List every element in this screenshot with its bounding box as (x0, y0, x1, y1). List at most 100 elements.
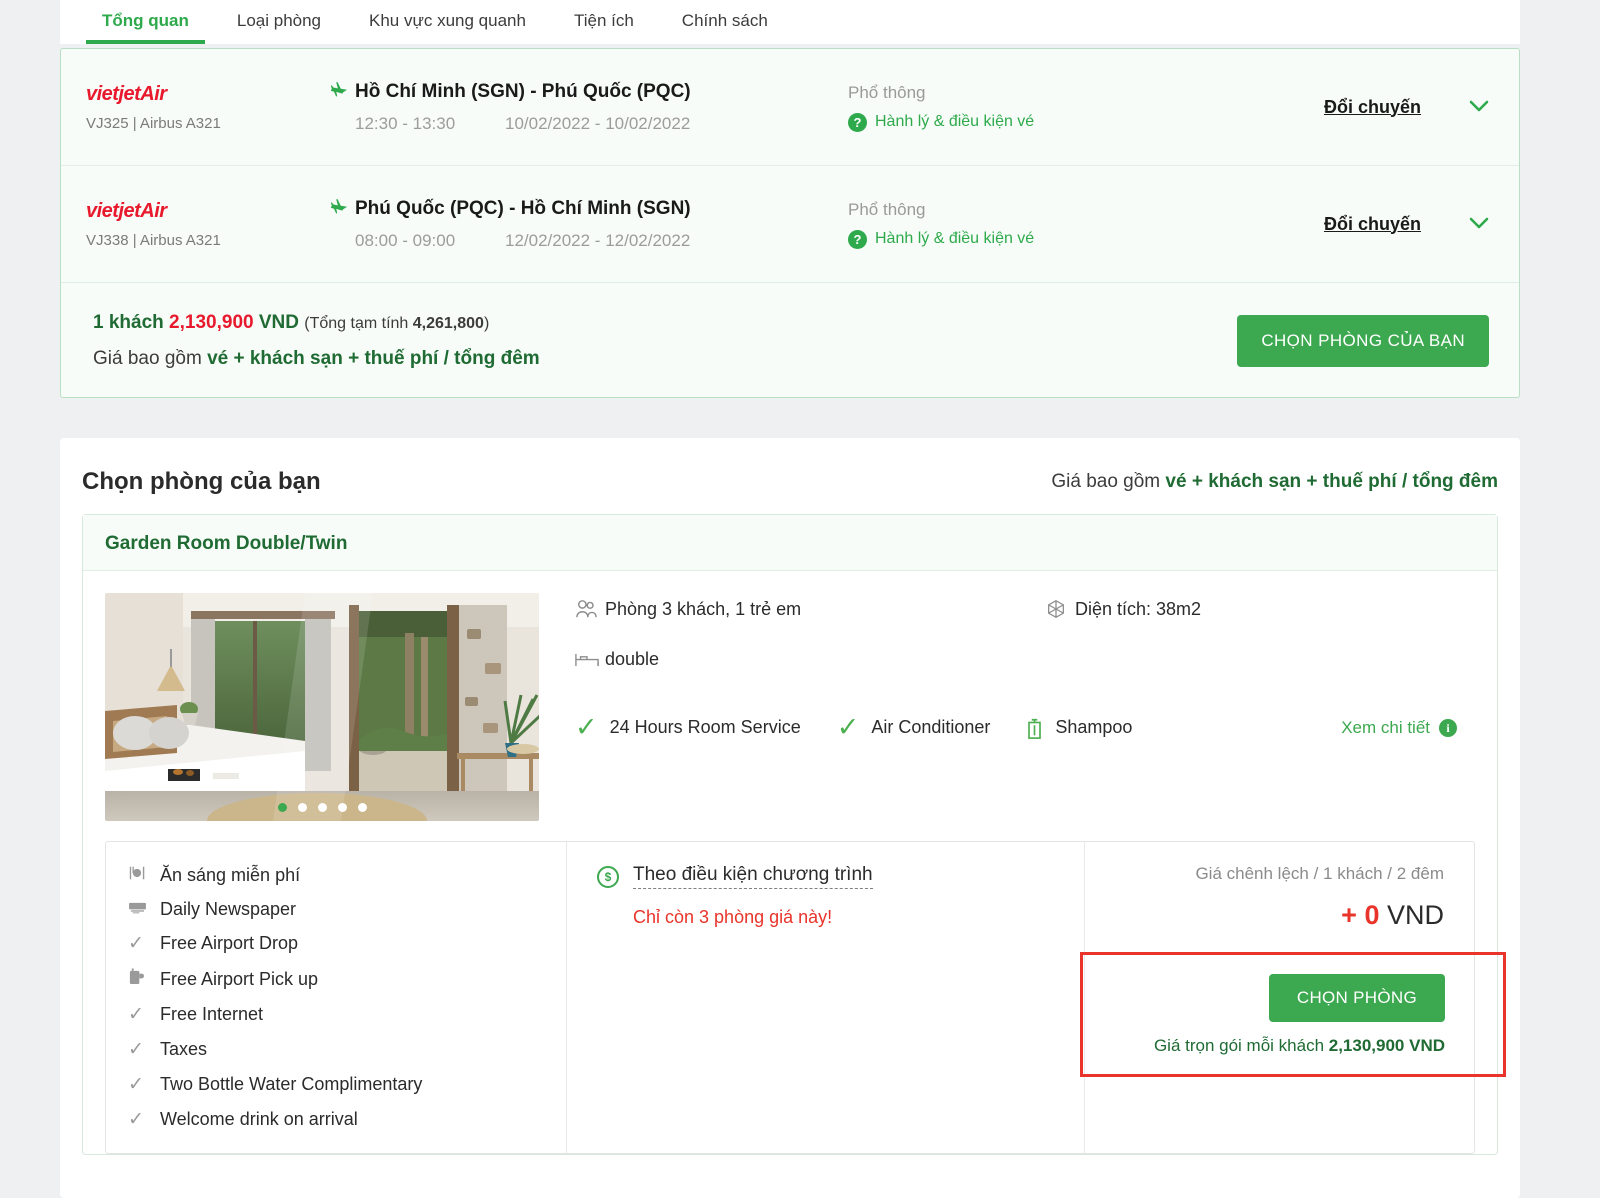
spec-bed: double (575, 649, 1497, 670)
view-details-label: Xem chi tiết (1341, 717, 1430, 737)
benefit-item: Daily Newspaper (128, 899, 566, 920)
check-icon: ✓ (128, 1039, 144, 1060)
baggage-link[interactable]: ? Hành lý & điều kiện vé (848, 229, 1249, 249)
vietjet-logo: vietjetAir (86, 199, 167, 222)
amenity-item: ✓ 24 Hours Room Service (575, 714, 801, 741)
refund-coin-icon: $ (597, 865, 619, 888)
program-condition-link[interactable]: Theo điều kiện chương trình (633, 864, 873, 889)
change-flight-link[interactable]: Đổi chuyến (1324, 214, 1421, 235)
amenity-label: 24 Hours Room Service (609, 717, 801, 737)
choose-room-button[interactable]: CHỌN PHÒNG (1268, 973, 1445, 1022)
price-headline: 1 khách 2,130,900 VND (Tổng tạm tính 4,2… (93, 312, 1237, 334)
subtotal-group: (Tổng tạm tính 4,261,800) (304, 315, 489, 332)
flight-airline: vietjetAir VJ325 | Airbus A321 (61, 83, 329, 132)
currency-label: VND (258, 311, 299, 333)
select-your-room-button[interactable]: CHỌN PHÒNG CỦA BẠN (1237, 314, 1489, 367)
room-card: Garden Room Double/Twin Phòng 3 khách, 1… (82, 514, 1506, 1155)
room-amenities: ✓ 24 Hours Room Service ✓ Air Conditioner Sh… (575, 714, 1497, 741)
package-price-text: Giá trọn gói mỗi khách 2,130,900 VND (1154, 1036, 1445, 1056)
carousel-dot[interactable] (337, 803, 347, 812)
baggage-link[interactable]: ? Hành lý & điều kiện vé (848, 112, 1249, 132)
tab-bar: Tổng quan Loại phòng Khu vực xung quanh Tiệ… (60, 0, 1520, 44)
tab-0[interactable]: Tổng quan (78, 0, 213, 44)
flight-cabin-block: Phổ thông? Hành lý & điều kiện vé (844, 200, 1249, 249)
benefit-item: ✓ Free Airport Drop (128, 932, 566, 955)
diff-plus-sign: + (1341, 900, 1357, 930)
tab-1[interactable]: Loại phòng (213, 0, 345, 44)
cabin-class: Phổ thông (848, 82, 926, 102)
flight-row: vietjetAir VJ325 | Airbus A321 Hồ Chí Minh… (61, 49, 1519, 166)
room-specs: Phòng 3 khách, 1 trẻ em Diện tích: 38m2 (539, 593, 1497, 821)
condition-row: $ Theo điều kiện chương trình (597, 864, 1084, 889)
offer-conditions: $ Theo điều kiện chương trình Chỉ còn 3 … (566, 842, 1084, 1153)
package-prefix: Giá trọn gói mỗi khách (1153, 1035, 1329, 1055)
check-icon: ✓ (128, 1004, 144, 1025)
flight-dates: 12/02/2022 - 12/02/2022 (505, 230, 691, 250)
spec-area: Diện tích: 38m2 (1045, 598, 1201, 620)
price-text-block: 1 khách 2,130,900 VND (Tổng tạm tính 4,2… (93, 312, 1237, 370)
guest-count: 1 khách (93, 311, 164, 333)
check-icon: ✓ (128, 1074, 144, 1095)
carousel-dot[interactable] (357, 803, 367, 812)
occupancy-text: Phòng 3 khách, 1 trẻ em (605, 598, 802, 619)
tab-2[interactable]: Khu vực xung quanh (345, 0, 550, 44)
view-details-link[interactable]: Xem chi tiết i (1341, 718, 1457, 738)
diff-amount: 0 (1364, 900, 1380, 930)
flight-row: vietjetAir VJ338 | Airbus A321 Phú Quốc (P… (61, 166, 1519, 283)
benefit-label: Free Airport Drop (160, 933, 299, 953)
benefit-label: Welcome drink on arrival (160, 1109, 358, 1129)
flight-route-block: Hồ Chí Minh (SGN) - Phú Quốc (PQC) 12:30 … (329, 81, 844, 134)
benefit-label: Ăn sáng miễn phí (160, 865, 301, 885)
amenity-item: ✓ Air Conditioner (837, 714, 991, 741)
check-icon: ✓ (575, 712, 598, 742)
benefit-item: ✓ Taxes (128, 1038, 566, 1061)
benefit-item: Ăn sáng miễn phí (128, 864, 566, 887)
area-icon (1045, 598, 1075, 620)
check-icon: ✓ (128, 1109, 144, 1130)
includes-prefix: Giá bao gồm (93, 347, 208, 369)
choose-room-highlight: CHỌN PHÒNG Giá trọn gói mỗi khách 2,130,… (1080, 952, 1506, 1077)
route-text: Phú Quốc (PQC) - Hồ Chí Minh (SGN) (355, 198, 691, 219)
carousel-dot[interactable] (317, 803, 327, 812)
room-photo-carousel[interactable] (105, 593, 539, 821)
flight-change-block: Đổi chuyến (1249, 214, 1519, 235)
flight-time: 12:30 - 13:30 (355, 113, 456, 133)
tab-3[interactable]: Tiện ích (550, 0, 658, 44)
room-card-header: Garden Room Double/Twin (83, 515, 1497, 571)
spec-occupancy: Phòng 3 khách, 1 trẻ em (575, 598, 1045, 620)
room-offer-row: Ăn sáng miễn phí Daily Newspaper ✓ Free Air… (105, 841, 1506, 1154)
amenity-item: Shampoo (1026, 717, 1132, 739)
flight-number: VJ325 | Airbus A321 (86, 114, 221, 132)
question-icon: ? (848, 112, 867, 132)
flight-number: VJ338 | Airbus A321 (86, 231, 221, 249)
subtotal-prefix: (Tổng tạm tính (304, 314, 413, 332)
plane-icon (329, 198, 355, 221)
flight-time: 08:00 - 09:00 (355, 230, 456, 250)
carousel-dot[interactable] (277, 803, 287, 812)
package-amount: 2,130,900 VND (1328, 1035, 1445, 1055)
chevron-down-icon[interactable] (1469, 214, 1489, 234)
benefit-item: ✓ Welcome drink on arrival (128, 1108, 566, 1131)
newspaper-icon (128, 900, 160, 920)
carousel-dots[interactable] (105, 803, 539, 812)
diff-currency: VND (1386, 900, 1444, 930)
shampoo-icon (1026, 717, 1043, 739)
flight-dates: 10/02/2022 - 10/02/2022 (505, 113, 691, 133)
area-text: Diện tích: 38m2 (1075, 598, 1202, 619)
tab-list: Tổng quan Loại phòng Khu vực xung quanh Tiệ… (60, 0, 1520, 44)
price-includes: Giá bao gồm vé + khách sạn + thuế phí / … (93, 348, 1237, 370)
chevron-down-icon[interactable] (1469, 97, 1489, 117)
info-icon: i (1439, 718, 1457, 737)
vietjet-logo: vietjetAir (86, 82, 167, 105)
tab-4[interactable]: Chính sách (658, 0, 792, 44)
benefit-label: Free Internet (160, 1004, 264, 1024)
price-includes-note: Giá bao gồm vé + khách sạn + thuế phí / … (1051, 471, 1498, 493)
benefit-item: Free Airport Pick up (128, 967, 566, 991)
page-title: Chọn phòng của bạn (82, 468, 321, 495)
check-icon: ✓ (128, 933, 144, 954)
change-flight-link[interactable]: Đổi chuyến (1324, 97, 1421, 118)
carousel-dot[interactable] (297, 803, 307, 812)
bed-text: double (605, 649, 660, 669)
baggage-text: Hành lý & điều kiện vé (875, 113, 1035, 130)
room-photo (105, 593, 539, 821)
